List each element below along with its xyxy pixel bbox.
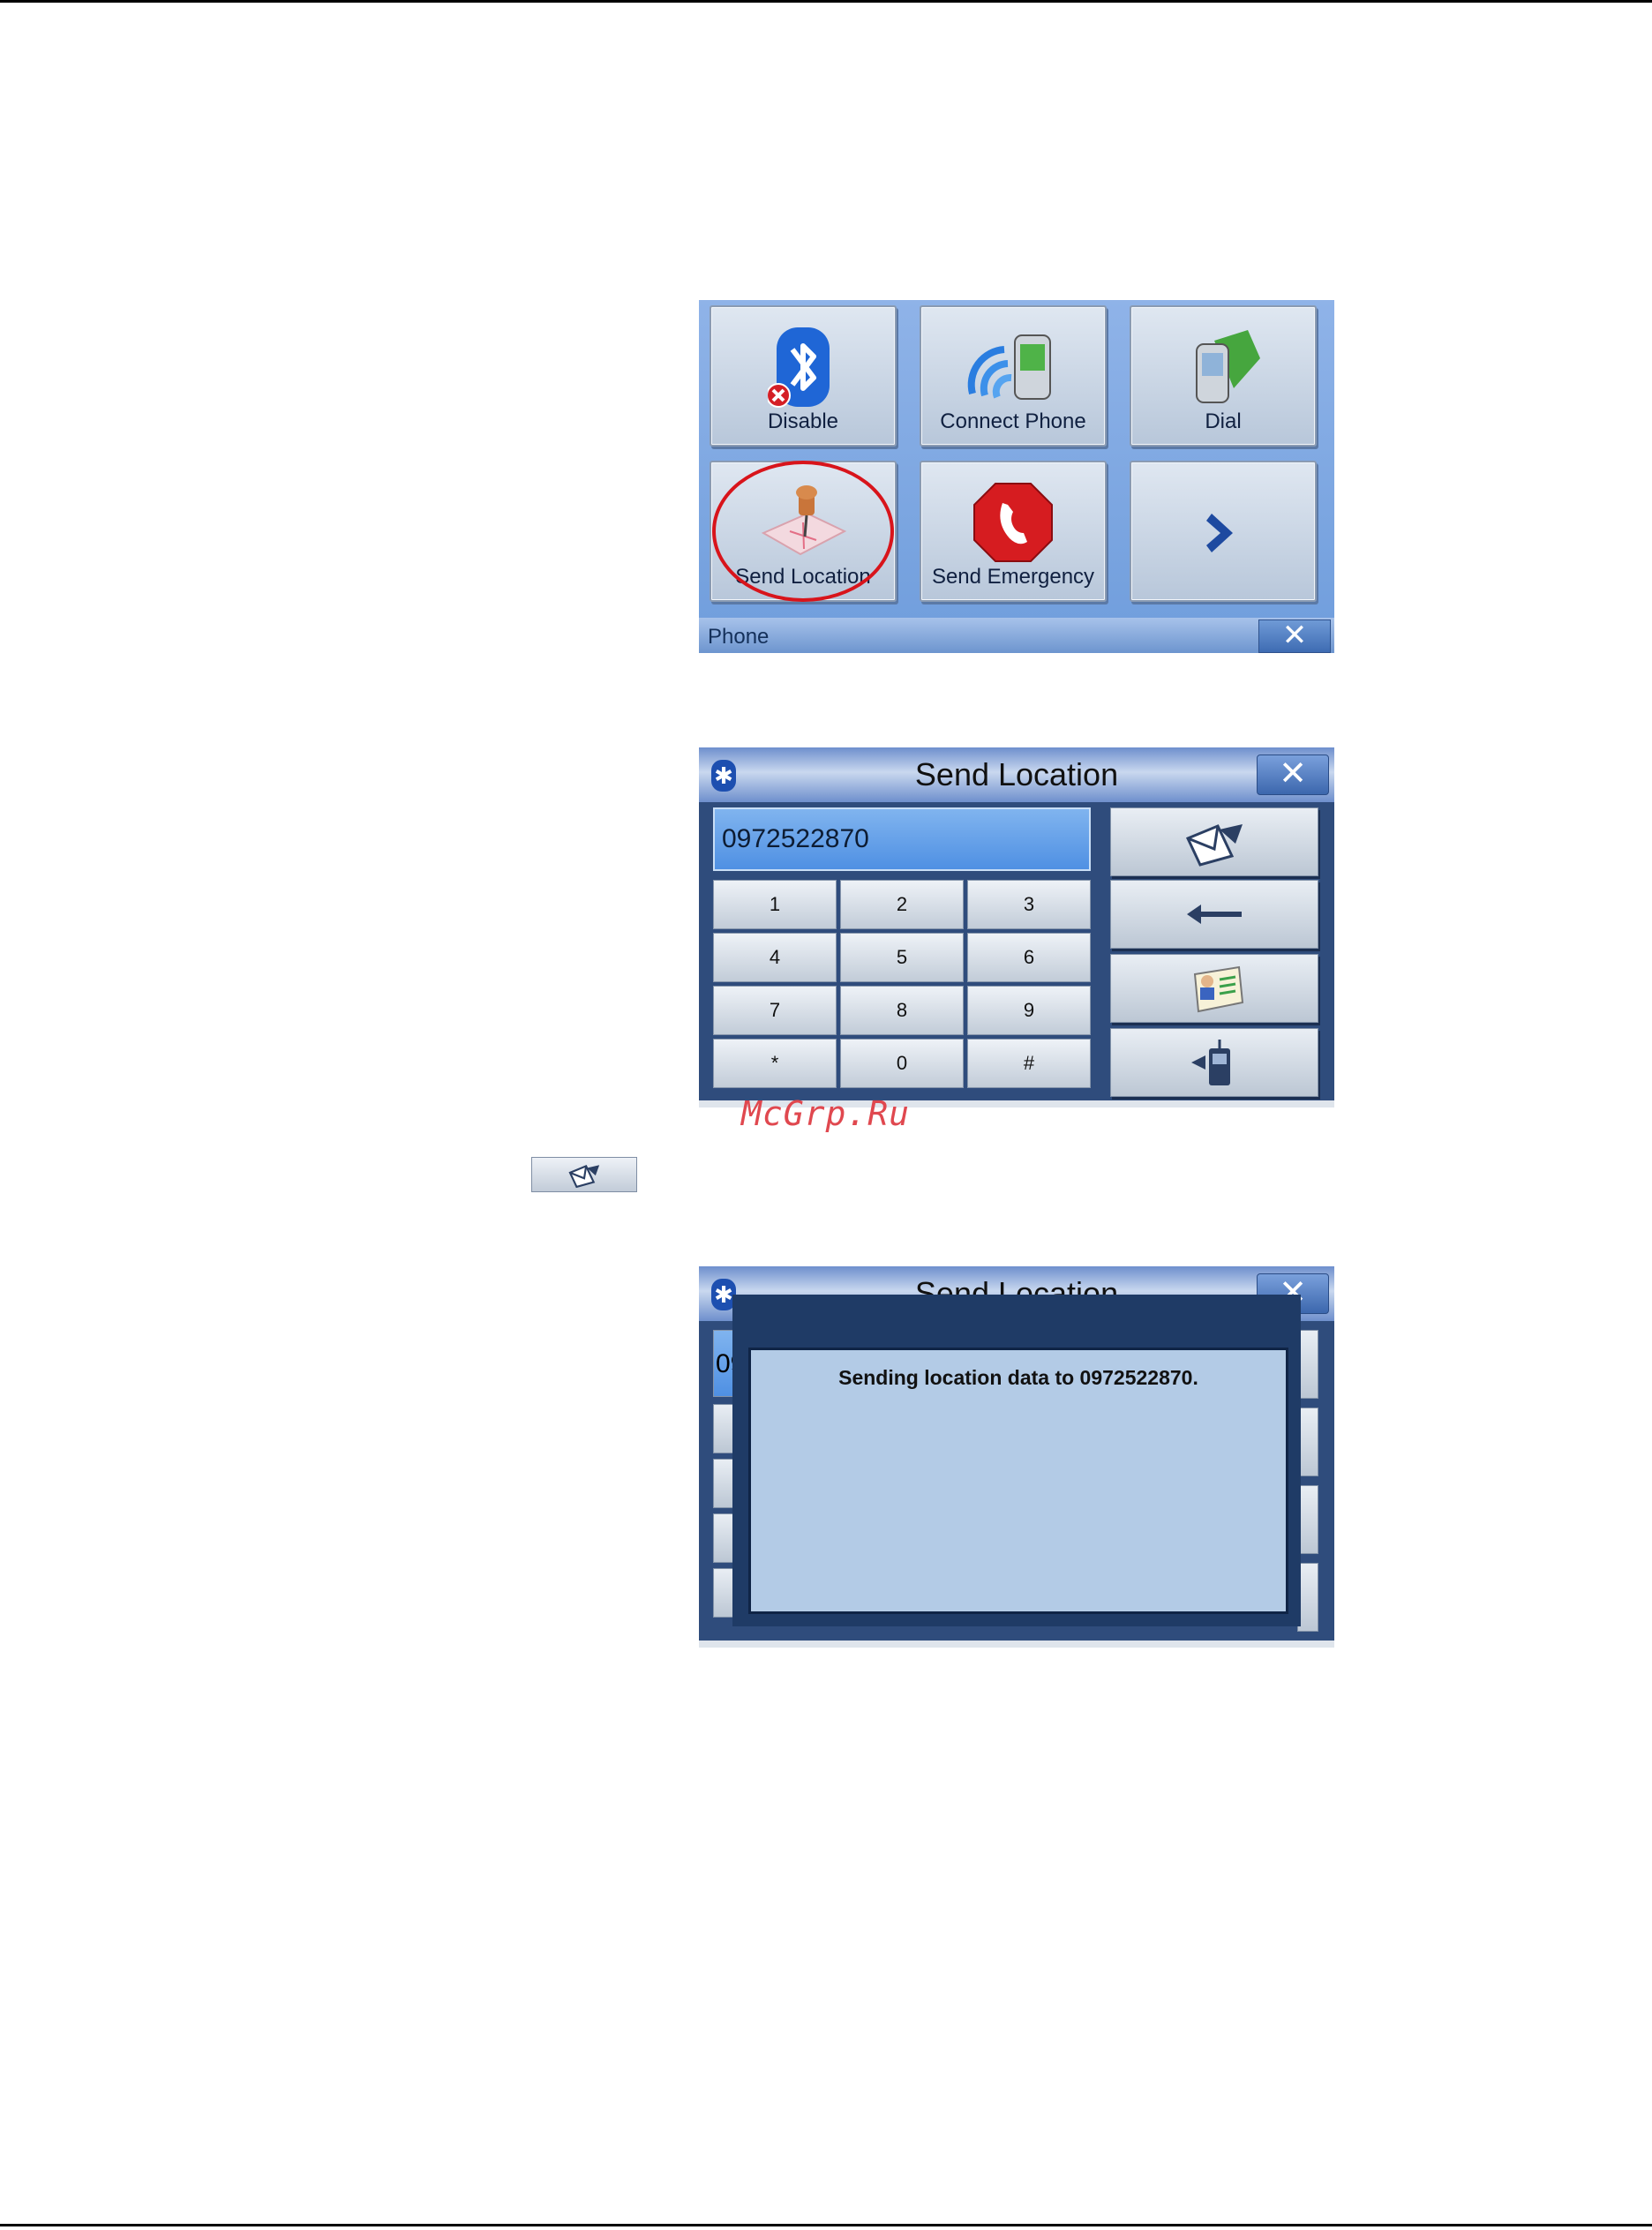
- key-hash[interactable]: #: [967, 1039, 1091, 1088]
- bluetooth-disabled-icon: [768, 327, 830, 408]
- send-envelope-icon: [568, 1164, 600, 1188]
- backspace-arrow-icon: [1187, 905, 1242, 924]
- key-9[interactable]: 9: [967, 986, 1091, 1035]
- key-2[interactable]: 2: [840, 880, 964, 929]
- chevron-right-icon: [1206, 514, 1233, 552]
- key-4[interactable]: 4: [713, 933, 837, 982]
- contacts-button[interactable]: [1110, 954, 1318, 1023]
- key-8[interactable]: 8: [840, 986, 964, 1035]
- disable-bluetooth-button[interactable]: Disable: [710, 305, 897, 447]
- key-0[interactable]: 0: [840, 1039, 964, 1088]
- watermark: McGrp.Ru: [741, 1094, 911, 1133]
- send-location-screen: ✱ Send Location ✕ 0972522870 1 2 3 4 5 6…: [699, 747, 1334, 1107]
- highlight-ring: [712, 461, 894, 602]
- footer-title: Phone: [708, 625, 770, 649]
- phone-number-field[interactable]: 0972522870: [713, 807, 1091, 871]
- send-button-reference: [531, 1157, 637, 1192]
- tile-label: Dial: [1205, 409, 1242, 433]
- send-emergency-button[interactable]: Send Emergency: [920, 461, 1107, 602]
- phone-menu-screen: Disable Connect Phone Dial Send Location: [699, 300, 1334, 653]
- screen-title: Send Location: [914, 756, 1119, 792]
- sending-dialog-screen: ✱ Send Location ✕ 09 Sending location da…: [699, 1266, 1334, 1648]
- next-page-button[interactable]: [1130, 461, 1317, 602]
- emergency-phone-icon: [973, 483, 1053, 562]
- key-7[interactable]: 7: [713, 986, 837, 1035]
- key-5[interactable]: 5: [840, 933, 964, 982]
- dial-button[interactable]: Dial: [1130, 305, 1317, 447]
- send-envelope-icon: [1185, 824, 1243, 867]
- tile-label: Disable: [767, 409, 839, 433]
- phone-footer-bar: Phone ✕: [699, 618, 1334, 653]
- tile-label: Connect Phone: [940, 409, 1086, 433]
- close-button[interactable]: ✕: [1257, 755, 1329, 795]
- dial-icon: [1196, 330, 1260, 403]
- key-6[interactable]: 6: [967, 933, 1091, 982]
- key-star[interactable]: *: [713, 1039, 837, 1088]
- sending-dialog: Sending location data to 0972522870.: [732, 1295, 1301, 1626]
- connect-phone-button[interactable]: Connect Phone: [920, 305, 1107, 447]
- call-log-button[interactable]: [1110, 1028, 1318, 1097]
- top-rule: [0, 0, 1652, 3]
- contacts-book-icon: [1193, 965, 1244, 1013]
- dialog-body: Sending location data to 0972522870.: [748, 1348, 1288, 1614]
- connect-phone-icon: [967, 334, 1051, 400]
- send-location-header: ✱ Send Location ✕: [699, 747, 1334, 802]
- key-3[interactable]: 3: [967, 880, 1091, 929]
- backspace-button[interactable]: [1110, 880, 1318, 949]
- call-log-icon: [1191, 1040, 1230, 1085]
- tile-label: Send Emergency: [931, 565, 1095, 589]
- bottom-stripe: [699, 1641, 1334, 1648]
- close-button[interactable]: ✕: [1258, 619, 1331, 653]
- key-1[interactable]: 1: [713, 880, 837, 929]
- send-button[interactable]: [1110, 807, 1318, 876]
- sending-message: Sending location data to 0972522870.: [838, 1366, 1198, 1389]
- bottom-rule: [0, 2224, 1652, 2226]
